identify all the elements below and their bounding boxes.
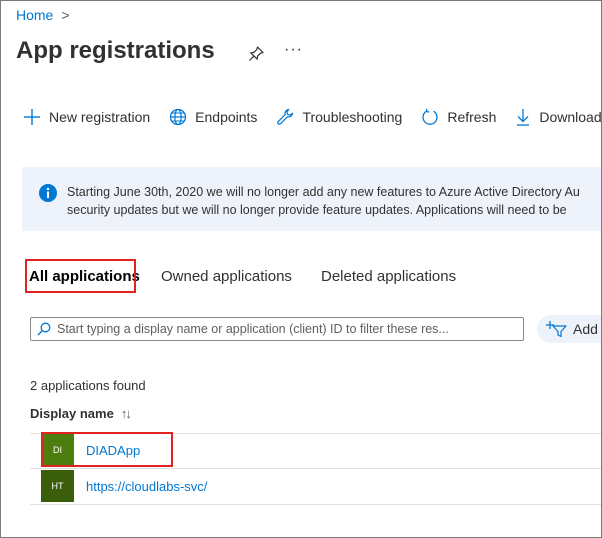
endpoints-label: Endpoints [195,109,258,125]
troubleshooting-button[interactable]: Troubleshooting [276,108,402,126]
results-count: 2 applications found [30,378,146,393]
refresh-icon [422,108,438,125]
app-avatar: HT [41,470,74,502]
sort-icon[interactable]: ↑↓ [121,406,132,421]
plus-icon [24,109,40,125]
highlight-box-all-applications [25,259,136,293]
new-registration-label: New registration [49,109,151,125]
add-filter-button[interactable]: Add [537,315,601,343]
download-icon [517,109,530,126]
refresh-button[interactable]: Refresh [421,108,496,126]
refresh-label: Refresh [447,109,497,125]
breadcrumb-separator: > [61,7,70,23]
page-title: App registrations [16,37,215,64]
tab-deleted-applications[interactable]: Deleted applications [321,268,456,285]
pin-icon[interactable] [247,45,265,63]
row-divider [30,504,601,505]
breadcrumb-home-link[interactable]: Home [16,7,53,23]
breadcrumb: Home > [16,7,70,23]
info-icon [39,184,57,202]
highlight-box-diadapp [41,432,173,467]
download-label: Download [539,109,602,125]
wrench-icon [277,108,294,125]
table-row[interactable]: HT https://cloudlabs-svc/ [41,470,207,502]
endpoints-button[interactable]: Endpoints [169,108,257,126]
new-registration-button[interactable]: New registration [23,108,150,126]
add-filter-icon [546,321,567,338]
more-options-button[interactable]: ··· [284,41,303,59]
tab-owned-applications[interactable]: Owned applications [161,268,292,285]
deprecation-info-banner: Starting June 30th, 2020 we will no long… [22,167,601,231]
banner-line-1: Starting June 30th, 2020 we will no long… [67,185,580,199]
command-bar: New registration Endpoints Troubleshooti… [23,105,601,129]
app-link-cloudlabs-svc[interactable]: https://cloudlabs-svc/ [86,479,207,494]
column-header-label: Display name [30,406,114,421]
download-button[interactable]: Download [515,108,601,126]
banner-line-2: security updates but we will no longer p… [67,203,567,217]
add-filter-label: Add [573,321,598,337]
banner-message: Starting June 30th, 2020 we will no long… [67,183,580,219]
globe-icon [170,108,187,126]
column-header-display-name[interactable]: Display name ↑↓ [30,406,132,421]
troubleshooting-label: Troubleshooting [302,109,403,125]
app-registrations-blade: Home > App registrations ··· New registr… [0,0,602,538]
search-box [30,317,524,341]
row-divider [30,468,601,469]
search-input[interactable] [57,322,507,336]
search-icon [37,322,51,336]
